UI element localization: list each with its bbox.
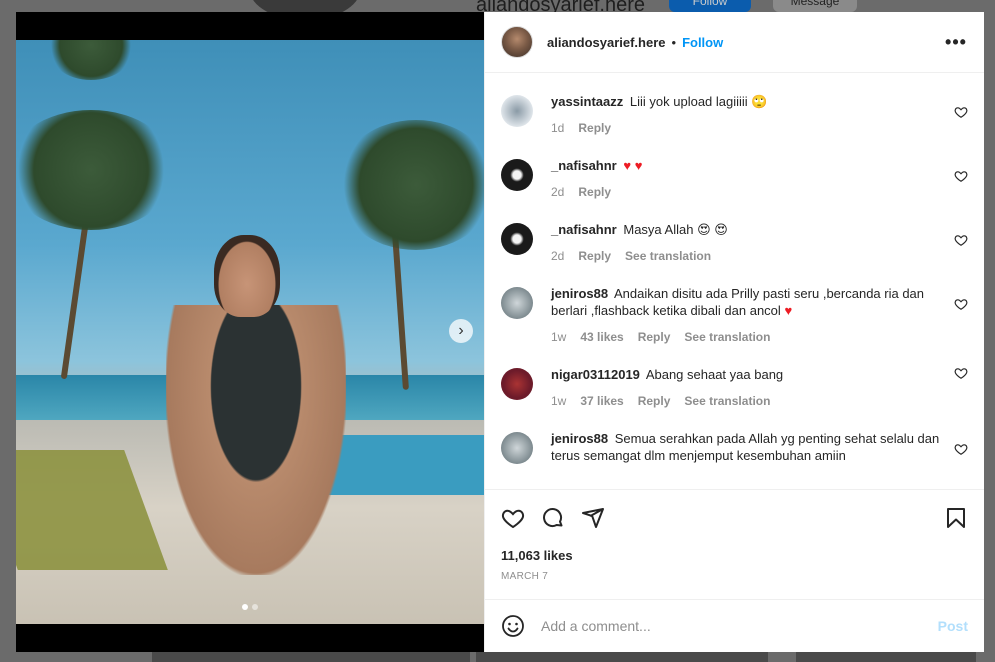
commenter-username[interactable]: yassintaazz [551, 94, 623, 109]
comments-list[interactable]: yassintaazz Liii yok upload lagiiiii 🙄 1… [485, 73, 984, 489]
comment-text: Liii yok upload lagiiiii [629, 94, 748, 109]
post-side-panel: aliandosyarief.here • Follow ••• yassint… [484, 12, 984, 652]
palm-leaves [16, 110, 176, 230]
comment-time[interactable]: 2d [551, 248, 564, 265]
heart-icon[interactable] [501, 506, 525, 530]
reply-button[interactable]: Reply [578, 248, 611, 265]
post-header: aliandosyarief.here • Follow ••• [485, 12, 984, 73]
comment-likes-count[interactable]: 43 likes [580, 329, 623, 346]
add-comment-bar: Post [485, 599, 984, 652]
comment-emoji: ♥ [784, 303, 793, 318]
post-photo[interactable] [16, 40, 484, 624]
comment-time[interactable]: 2d [551, 184, 564, 201]
comment-item: yassintaazz Liii yok upload lagiiiii 🙄 1… [501, 73, 968, 137]
commenter-username[interactable]: jeniros88 [551, 286, 608, 301]
more-options-button[interactable]: ••• [944, 30, 968, 54]
comment-time[interactable]: 1w [551, 393, 566, 410]
profile-follow-button: Follow [669, 0, 751, 12]
commenter-username[interactable]: jeniros88 [551, 431, 608, 446]
see-translation-button[interactable]: See translation [684, 393, 770, 410]
paper-plane-icon[interactable] [581, 506, 605, 530]
post-comment-button[interactable]: Post [938, 618, 968, 634]
carousel-dot-active [242, 604, 248, 610]
comment-text: Semua serahkan pada Allah yg penting seh… [551, 431, 940, 463]
post-date[interactable]: MARCH 7 [485, 571, 984, 589]
comment-like-icon[interactable] [954, 105, 968, 119]
comment-like-icon[interactable] [954, 442, 968, 456]
comment-item: jeniros88 Semua serahkan pada Allah yg p… [501, 410, 968, 464]
comment-item: nigar03112019 Abang sehaat yaa bang 1w 3… [501, 346, 968, 410]
commenter-avatar[interactable] [501, 223, 533, 255]
commenter-avatar[interactable] [501, 287, 533, 319]
comment-likes-count[interactable]: 37 likes [580, 393, 623, 410]
palm-leaves [336, 120, 484, 250]
comment-time[interactable]: 1d [551, 120, 564, 137]
author-username[interactable]: aliandosyarief.here [547, 35, 666, 50]
likes-count[interactable]: 11,063 likes [485, 545, 984, 567]
bookmark-icon[interactable] [944, 506, 968, 530]
reply-button[interactable]: Reply [638, 393, 671, 410]
photo-grass [16, 450, 168, 570]
reply-button[interactable]: Reply [578, 184, 611, 201]
comment-item: _nafisahnr ♥ ♥ 2d Reply [501, 137, 968, 201]
comment-emoji: 😍 😍 [697, 222, 728, 237]
profile-message-button: Message [773, 0, 857, 12]
commenter-avatar[interactable] [501, 368, 533, 400]
comment-input[interactable] [541, 618, 928, 634]
grid-thumbnail [796, 652, 976, 662]
smiley-icon[interactable] [501, 614, 525, 638]
comment-like-icon[interactable] [954, 233, 968, 247]
commenter-username[interactable]: _nafisahnr [551, 158, 617, 173]
commenter-avatar[interactable] [501, 432, 533, 464]
comment-like-icon[interactable] [954, 297, 968, 311]
comment-like-icon[interactable] [954, 366, 968, 380]
photo-person [166, 305, 346, 575]
separator-bullet: • [671, 34, 677, 50]
comment-text: Abang sehaat yaa bang [645, 367, 784, 382]
grid-thumbnail [152, 652, 470, 662]
see-translation-button[interactable]: See translation [684, 329, 770, 346]
next-slide-button[interactable]: › [449, 319, 473, 343]
carousel-dot [252, 604, 258, 610]
commenter-avatar[interactable] [501, 159, 533, 191]
commenter-avatar[interactable] [501, 95, 533, 127]
comment-time[interactable]: 1w [551, 329, 566, 346]
palm-leaves [46, 40, 136, 80]
comment-emoji: 🙄 [751, 94, 768, 109]
reply-button[interactable]: Reply [578, 120, 611, 137]
post-modal: › aliandosyarief.here • Follow ••• yassi… [16, 12, 984, 652]
post-media: › [16, 12, 484, 652]
comment-like-icon[interactable] [954, 169, 968, 183]
commenter-username[interactable]: _nafisahnr [551, 222, 617, 237]
post-actions-bar [485, 489, 984, 545]
reply-button[interactable]: Reply [638, 329, 671, 346]
commenter-username[interactable]: nigar03112019 [551, 367, 640, 382]
grid-thumbnail [476, 652, 768, 662]
carousel-indicator [242, 604, 258, 610]
see-translation-button[interactable]: See translation [625, 248, 711, 265]
author-avatar[interactable] [501, 26, 533, 58]
comment-item: _nafisahnr Masya Allah 😍 😍 2d Reply See … [501, 201, 968, 265]
comment-icon[interactable] [541, 506, 565, 530]
follow-button[interactable]: Follow [682, 35, 723, 50]
comment-emoji: ♥ ♥ [623, 158, 643, 173]
comment-item: jeniros88 Andaikan disitu ada Prilly pas… [501, 265, 968, 346]
photo-person-head [214, 235, 280, 317]
comment-text: Masya Allah [623, 222, 694, 237]
